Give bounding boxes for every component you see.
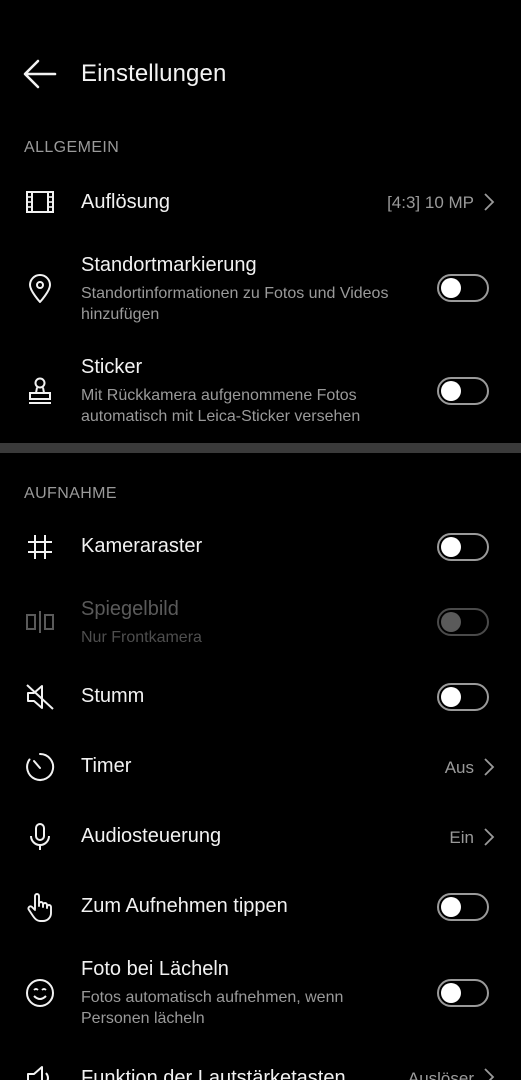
setting-value: Aus — [444, 758, 474, 777]
setting-location-tag[interactable]: Standortmarkierung Standortinformationen… — [0, 246, 521, 334]
mute-toggle[interactable] — [437, 683, 489, 711]
setting-resolution[interactable]: Auflösung [4:3] 10 MP — [0, 172, 521, 234]
setting-value: Auslöser — [407, 1069, 474, 1080]
setting-smile-capture[interactable]: Foto bei Lächeln Fotos automatisch aufne… — [0, 952, 521, 1040]
setting-title: Foto bei Lächeln — [81, 958, 229, 980]
microphone-icon — [24, 821, 56, 853]
camera-grid-toggle[interactable] — [437, 533, 489, 561]
film-frame-icon — [24, 186, 56, 218]
setting-subtitle: Nur Frontkamera — [81, 629, 202, 646]
header: Einstellungen — [0, 40, 521, 110]
setting-subtitle: Mit Rückkamera aufgenommene Fotos automa… — [81, 387, 361, 425]
setting-title: Spiegelbild — [81, 598, 179, 620]
chevron-right-icon — [483, 1067, 495, 1080]
chevron-right-icon — [483, 827, 495, 847]
smiley-icon — [24, 977, 56, 1009]
setting-value: Ein — [449, 828, 474, 847]
toggle-knob — [441, 278, 461, 298]
setting-mute[interactable]: Stumm — [0, 668, 521, 726]
toggle-knob — [441, 983, 461, 1003]
setting-mirror[interactable]: Spiegelbild Nur Frontkamera — [0, 590, 521, 656]
speaker-muted-icon — [24, 681, 56, 713]
grid-hash-icon — [24, 531, 56, 563]
settings-screen: Einstellungen ALLGEMEIN Auflösung [4:3] … — [0, 0, 521, 1080]
location-toggle[interactable] — [437, 274, 489, 302]
toggle-knob — [441, 687, 461, 707]
setting-volume-keys[interactable]: Funktion der Lautstärketasten Auslöser — [0, 1050, 521, 1080]
stamp-icon — [24, 375, 56, 407]
setting-subtitle: Fotos automatisch aufnehmen, wenn Person… — [81, 989, 344, 1027]
mirror-toggle[interactable] — [437, 608, 489, 636]
mirror-icon — [24, 606, 56, 638]
chevron-right-icon — [483, 192, 495, 212]
sticker-toggle[interactable] — [437, 377, 489, 405]
setting-timer[interactable]: Timer Aus — [0, 738, 521, 796]
section-divider — [0, 443, 521, 453]
setting-title: Audiosteuerung — [81, 825, 222, 847]
setting-title: Timer — [81, 755, 132, 777]
setting-title: Kameraraster — [81, 535, 203, 557]
toggle-knob — [441, 537, 461, 557]
setting-audio-control[interactable]: Audiosteuerung Ein — [0, 808, 521, 866]
setting-title: Standortmarkierung — [81, 254, 257, 276]
chevron-right-icon — [483, 757, 495, 777]
toggle-knob — [441, 612, 461, 632]
setting-title: Funktion der Lautstärketasten — [81, 1067, 346, 1080]
setting-title: Zum Aufnehmen tippen — [81, 895, 288, 917]
section-header-general: ALLGEMEIN — [24, 139, 120, 156]
page-title: Einstellungen — [81, 60, 227, 87]
hand-tap-icon — [24, 891, 56, 923]
setting-title: Stumm — [81, 685, 145, 707]
back-button[interactable] — [22, 56, 58, 92]
speaker-icon — [24, 1062, 56, 1080]
section-header-capture: AUFNAHME — [24, 485, 117, 502]
setting-camera-grid[interactable]: Kameraraster — [0, 518, 521, 576]
setting-sticker[interactable]: Sticker Mit Rückkamera aufgenommene Foto… — [0, 350, 521, 438]
toggle-knob — [441, 381, 461, 401]
toggle-knob — [441, 897, 461, 917]
setting-subtitle: Standortinformationen zu Fotos und Video… — [81, 285, 389, 323]
location-pin-icon — [24, 273, 56, 305]
setting-value: [4:3] 10 MP — [387, 193, 474, 212]
setting-title: Sticker — [81, 356, 143, 378]
setting-title: Auflösung — [81, 191, 170, 213]
tap-to-capture-toggle[interactable] — [437, 893, 489, 921]
setting-tap-to-capture[interactable]: Zum Aufnehmen tippen — [0, 878, 521, 936]
arrow-left-icon — [23, 59, 57, 89]
smile-capture-toggle[interactable] — [437, 979, 489, 1007]
timer-icon — [24, 751, 56, 783]
